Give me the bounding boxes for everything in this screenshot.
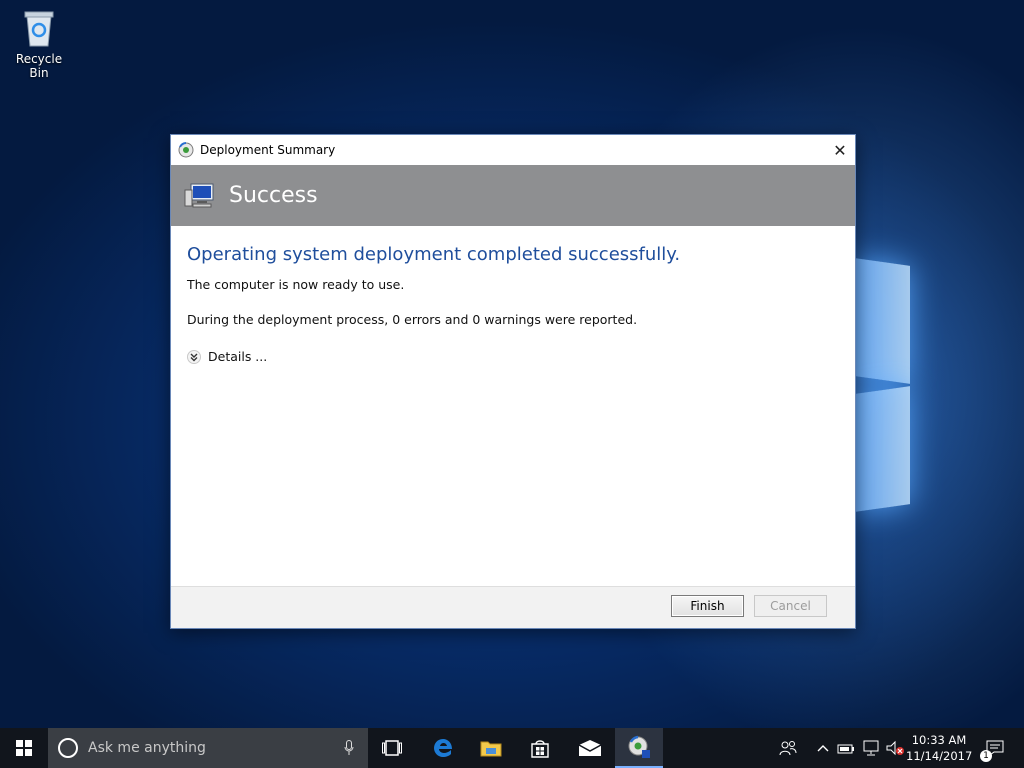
chevron-up-icon [817, 745, 829, 752]
store-taskbar-button[interactable] [516, 728, 564, 768]
taskbar: Ask me anything 10:33 AM 11/14/2017 1 [0, 728, 1024, 768]
deployment-wizard-taskbar-button[interactable] [615, 728, 663, 768]
computer-icon [184, 183, 214, 207]
task-view-icon [382, 740, 402, 756]
clock-date: 11/14/2017 [906, 749, 973, 763]
dialog-content: Operating system deployment completed su… [171, 226, 855, 364]
expand-chevron-icon [187, 349, 201, 364]
volume-tray-button[interactable] [884, 728, 906, 768]
banner-title: Success [229, 183, 318, 208]
details-toggle[interactable]: Details ... [187, 349, 267, 364]
start-button[interactable] [0, 728, 48, 768]
network-tray-button[interactable] [860, 728, 882, 768]
deployment-wizard-icon [628, 735, 650, 758]
notification-count-badge: 1 [980, 750, 992, 762]
task-view-button[interactable] [368, 728, 416, 768]
store-icon [531, 740, 549, 758]
clock-time: 10:33 AM [911, 733, 967, 747]
microphone-icon[interactable] [344, 740, 354, 756]
recycle-bin-label: Recycle Bin [15, 52, 63, 80]
dialog-footer: Finish Cancel [171, 586, 855, 628]
file-explorer-icon [480, 741, 502, 757]
battery-icon [837, 744, 854, 754]
dialog-title: Deployment Summary [200, 143, 336, 157]
details-label: Details ... [208, 349, 268, 364]
file-explorer-taskbar-button[interactable] [467, 728, 515, 768]
report-message: During the deployment process, 0 errors … [187, 312, 638, 327]
taskbar-clock[interactable]: 10:33 AM 11/14/2017 [906, 732, 972, 764]
result-headline: Operating system deployment completed su… [187, 244, 681, 265]
volume-muted-icon [886, 740, 904, 756]
deployment-summary-dialog: Deployment Summary ✕ Success Operating s… [170, 134, 856, 629]
power-tray-button[interactable] [836, 728, 856, 768]
show-hidden-icons-button[interactable] [814, 728, 832, 768]
deployment-app-icon [178, 142, 194, 158]
mail-icon [578, 740, 602, 756]
cortana-search-box[interactable]: Ask me anything [48, 728, 368, 768]
edge-taskbar-button[interactable] [419, 728, 467, 768]
edge-icon [434, 739, 452, 757]
people-button[interactable] [776, 728, 800, 768]
mail-taskbar-button[interactable] [566, 728, 614, 768]
windows-logo-wallpaper [855, 240, 915, 512]
people-icon [779, 741, 797, 756]
action-center-button[interactable]: 1 [980, 728, 1010, 768]
ready-message: The computer is now ready to use. [187, 277, 405, 292]
recycle-bin-icon [21, 8, 57, 48]
cancel-button: Cancel [754, 595, 827, 617]
dialog-titlebar[interactable]: Deployment Summary ✕ [171, 135, 855, 165]
status-banner: Success [171, 165, 855, 226]
windows-start-icon [16, 740, 32, 756]
close-icon: ✕ [833, 140, 847, 160]
finish-button[interactable]: Finish [671, 595, 744, 617]
search-placeholder: Ask me anything [88, 740, 206, 756]
recycle-bin-desktop-icon[interactable]: Recycle Bin [6, 8, 72, 80]
network-icon [863, 740, 879, 756]
cortana-icon [58, 738, 78, 758]
close-button[interactable]: ✕ [825, 135, 855, 165]
